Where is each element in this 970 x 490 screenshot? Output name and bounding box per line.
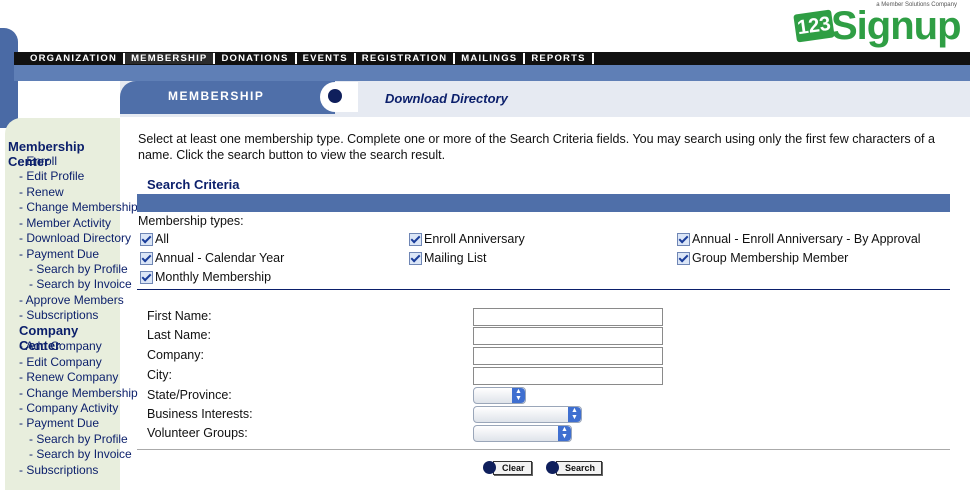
section-bar <box>137 194 950 212</box>
logo-mark: 123 <box>793 9 835 43</box>
city-field[interactable] <box>473 367 663 385</box>
sidebar-item-company-search-by-invoice[interactable]: - Search by Invoice <box>29 447 132 461</box>
last-name-label: Last Name: <box>147 328 211 342</box>
sidebar-item-edit-company[interactable]: - Edit Company <box>19 355 102 369</box>
company-label: Company: <box>147 348 204 362</box>
logo-tagline: a Member Solutions Company <box>876 2 957 8</box>
updown-arrows-icon: ▲ ▼ <box>558 426 571 441</box>
page-title: Download Directory <box>385 91 508 106</box>
module-title: Membership <box>168 89 265 103</box>
sidebar-item-change-membership[interactable]: - Change Membership <box>19 200 138 214</box>
search-button-label: Search <box>556 460 603 475</box>
clear-button-label: Clear <box>493 460 532 475</box>
checkbox-label: All <box>155 232 169 246</box>
nav-organization[interactable]: Organization <box>24 53 126 64</box>
business-interests-label: Business Interests: <box>147 407 253 421</box>
divider <box>137 289 950 290</box>
membership-types-label: Membership types: <box>138 214 244 228</box>
module-tab: Membership <box>120 81 335 114</box>
checkbox-label: Annual - Enroll Anniversary - By Approva… <box>692 232 921 246</box>
bullet-icon <box>328 89 342 103</box>
checkbox-annual-enroll-anniversary-approval[interactable]: Annual - Enroll Anniversary - By Approva… <box>677 232 921 246</box>
state-select[interactable]: ▲ ▼ <box>473 387 526 404</box>
sidebar-item-download-directory[interactable]: - Download Directory <box>19 231 131 245</box>
state-label: State/Province: <box>147 388 232 402</box>
volunteer-groups-label: Volunteer Groups: <box>147 426 248 440</box>
checkbox-checked-icon[interactable] <box>409 232 422 246</box>
business-interests-select[interactable]: ▲ ▼ <box>473 406 582 423</box>
sidebar-item-payment-due[interactable]: - Payment Due <box>19 247 99 261</box>
checkbox-enroll-anniversary[interactable]: Enroll Anniversary <box>409 232 525 246</box>
nav-reports[interactable]: Reports <box>525 53 594 64</box>
last-name-field[interactable] <box>473 327 663 345</box>
checkbox-group-membership-member[interactable]: Group Membership Member <box>677 251 848 265</box>
sidebar-item-renew-company[interactable]: - Renew Company <box>19 370 118 384</box>
sidebar-item-renew[interactable]: - Renew <box>19 185 64 199</box>
checkbox-checked-icon[interactable] <box>677 251 690 265</box>
sidebar-item-search-by-profile[interactable]: - Search by Profile <box>29 262 128 276</box>
city-label: City: <box>147 368 172 382</box>
main-nav: Organization Membership Donations Events… <box>14 52 970 65</box>
sidebar-item-member-activity[interactable]: - Member Activity <box>19 216 111 230</box>
nav-events[interactable]: Events <box>297 53 356 64</box>
divider <box>137 449 950 450</box>
nav-mailings[interactable]: Mailings <box>455 53 526 64</box>
sidebar-item-subscriptions[interactable]: - Subscriptions <box>19 308 98 322</box>
checkbox-checked-icon[interactable] <box>677 232 690 246</box>
logo-wordmark: Signup <box>831 4 962 48</box>
sidebar-item-company-activity[interactable]: - Company Activity <box>19 401 118 415</box>
checkbox-checked-icon[interactable] <box>409 251 422 265</box>
sidebar-item-company-subscriptions[interactable]: - Subscriptions <box>19 463 98 477</box>
sidebar: Membership Center - Enroll - Edit Profil… <box>5 118 138 490</box>
sidebar-item-search-by-invoice[interactable]: - Search by Invoice <box>29 277 132 291</box>
volunteer-groups-select[interactable]: ▲ ▼ <box>473 425 572 442</box>
checkbox-annual-calendar-year[interactable]: Annual - Calendar Year <box>140 251 284 265</box>
nav-band <box>14 65 970 81</box>
bullet-icon <box>546 461 559 474</box>
nav-membership[interactable]: Membership <box>125 53 216 64</box>
checkbox-monthly-membership[interactable]: Monthly Membership <box>140 270 271 284</box>
sidebar-item-company-search-by-profile[interactable]: - Search by Profile <box>29 432 128 446</box>
checkbox-label: Mailing List <box>424 251 487 265</box>
sidebar-item-add-company[interactable]: - Add Company <box>19 339 102 353</box>
first-name-label: First Name: <box>147 309 212 323</box>
nav-donations[interactable]: Donations <box>215 53 297 64</box>
checkbox-checked-icon[interactable] <box>140 232 153 246</box>
sidebar-item-company-change-membership[interactable]: - Change Membership <box>19 386 138 400</box>
search-criteria-title: Search Criteria <box>147 177 240 192</box>
sidebar-item-approve-members[interactable]: - Approve Members <box>19 293 124 307</box>
checkbox-all[interactable]: All <box>140 232 169 246</box>
checkbox-label: Annual - Calendar Year <box>155 251 285 265</box>
checkbox-label: Monthly Membership <box>155 270 272 284</box>
checkbox-label: Group Membership Member <box>692 251 849 265</box>
instructions-text: Select at least one membership type. Com… <box>138 132 935 162</box>
checkbox-checked-icon[interactable] <box>140 251 153 265</box>
checkbox-label: Enroll Anniversary <box>424 232 525 246</box>
sidebar-item-company-payment-due[interactable]: - Payment Due <box>19 416 99 430</box>
checkbox-checked-icon[interactable] <box>140 270 153 284</box>
clear-button[interactable]: Clear <box>483 460 532 475</box>
brand-logo: 123 Signup a Member Solutions Company <box>793 2 965 50</box>
first-name-field[interactable] <box>473 308 663 326</box>
sidebar-item-edit-profile[interactable]: - Edit Profile <box>19 169 84 183</box>
sidebar-item-enroll[interactable]: - Enroll <box>19 154 57 168</box>
updown-arrows-icon: ▲ ▼ <box>512 388 525 403</box>
search-button[interactable]: Search <box>546 460 603 475</box>
checkbox-mailing-list[interactable]: Mailing List <box>409 251 487 265</box>
company-field[interactable] <box>473 347 663 365</box>
updown-arrows-icon: ▲ ▼ <box>568 407 581 422</box>
nav-registration[interactable]: Registration <box>356 53 456 64</box>
bullet-icon <box>483 461 496 474</box>
